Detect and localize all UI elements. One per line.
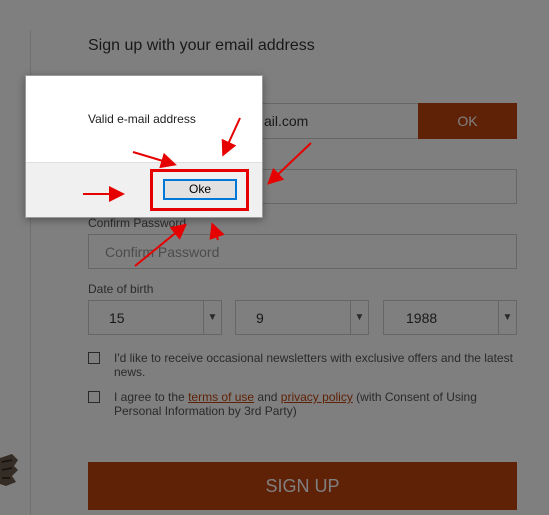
- arrow-icon: [134, 223, 188, 267]
- arrow-icon: [132, 151, 177, 169]
- annotation-arrows: [83, 117, 312, 267]
- arrow-icon: [267, 142, 312, 185]
- arrow-icon: [209, 222, 225, 241]
- arrow-icon: [221, 117, 241, 157]
